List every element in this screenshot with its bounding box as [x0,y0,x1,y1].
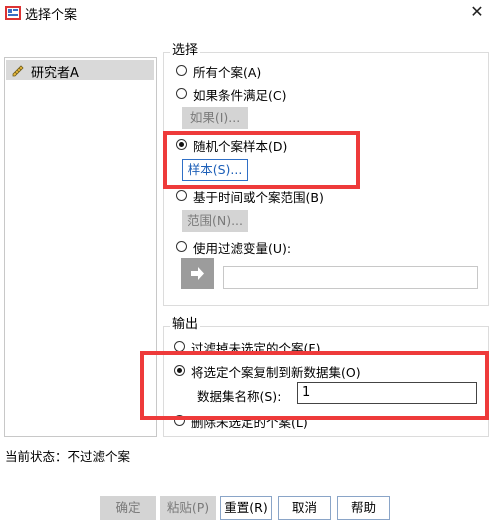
label-filter-variable: 使用过滤变量(U): [193,241,292,256]
arrow-right-icon [191,267,204,280]
close-icon[interactable]: ✕ [465,0,489,24]
reset-button[interactable]: 重置(R) [220,496,272,520]
status-text: 当前状态：不过滤个案 [5,449,131,464]
highlight-box [140,351,489,420]
move-variable-button[interactable] [181,258,214,289]
paste-button[interactable]: 粘贴(P) [160,496,216,520]
list-item[interactable]: 研究者A [6,60,154,81]
if-button[interactable]: 如果(I)... [182,107,248,129]
highlight-box [163,131,360,189]
ok-button[interactable]: 确定 [100,496,156,520]
window-title: 选择个案 [25,8,78,23]
label-if-condition: 如果条件满足(C) [193,88,287,103]
label-all-cases: 所有个案(A) [193,65,262,80]
output-legend: 输出 [170,313,201,332]
radio-all-cases[interactable] [176,65,187,76]
variable-label: 研究者A [31,66,79,81]
radio-if-condition[interactable] [176,88,187,99]
label-time-range: 基于时间或个案范围(B) [193,190,324,205]
radio-filter-variable[interactable] [176,241,187,252]
help-button[interactable]: 帮助 [337,496,390,520]
select-legend: 选择 [170,39,201,58]
radio-time-range[interactable] [176,190,187,201]
cancel-button[interactable]: 取消 [278,496,331,520]
app-icon [5,6,21,20]
pencil-ruler-icon [12,65,24,77]
filter-variable-field[interactable] [223,266,478,289]
variable-list[interactable]: 研究者A [4,57,157,437]
range-button[interactable]: 范围(N)... [182,210,248,232]
title-bar: 选择个案 ✕ [0,0,491,26]
